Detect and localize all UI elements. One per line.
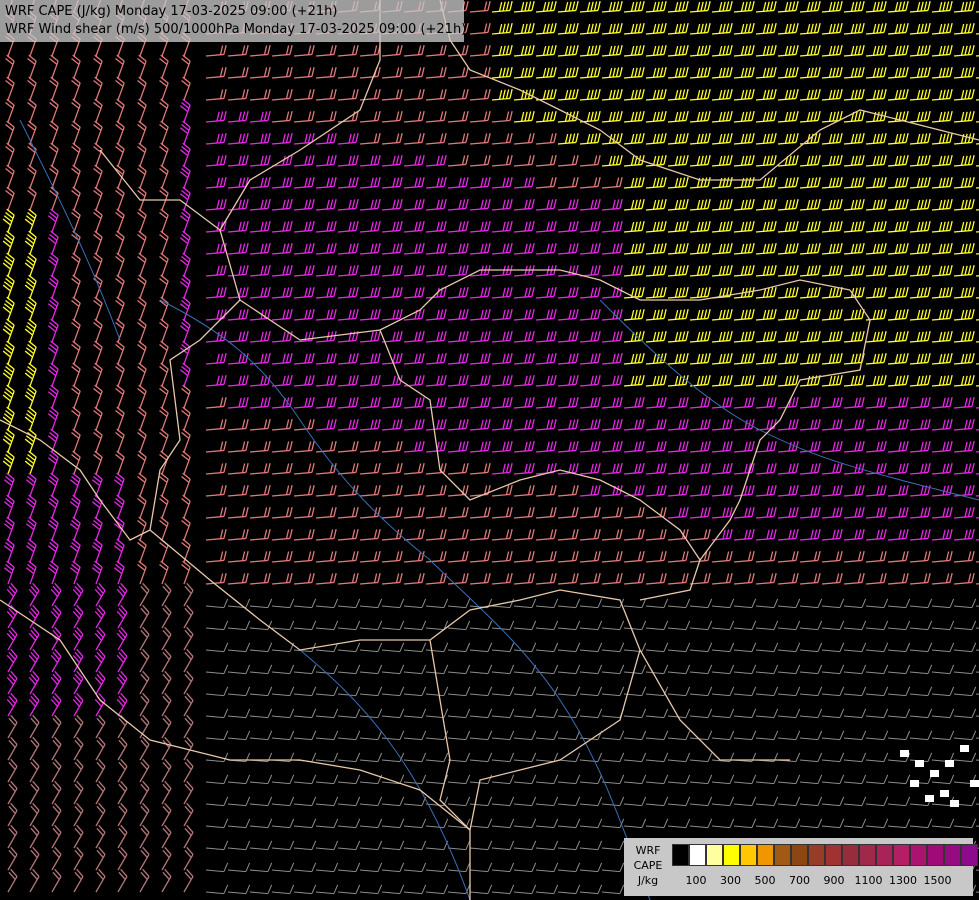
cape-spot	[930, 770, 939, 777]
legend-tick-labels: 100 300 500 700 900 1100 1300 1500	[672, 874, 972, 890]
weather-map	[0, 0, 979, 900]
legend-label-variable: CAPE	[633, 859, 663, 872]
legend-swatch	[842, 844, 859, 866]
legend-swatch	[672, 844, 689, 866]
legend-label-unit: J/kg	[637, 874, 659, 887]
cape-spot	[900, 750, 909, 757]
cape-legend: WRF CAPE J/kg 100 300 500 700 900 1100 1300 150…	[624, 838, 978, 896]
legend-swatch	[893, 844, 910, 866]
legend-tick: 1100	[854, 874, 883, 887]
legend-tick: 100	[685, 874, 707, 887]
legend-swatch	[723, 844, 740, 866]
legend-tick: 300	[720, 874, 741, 887]
legend-swatch	[910, 844, 927, 866]
cape-spot	[925, 795, 934, 802]
legend-swatch	[961, 844, 978, 866]
legend-swatch	[944, 844, 961, 866]
legend-swatch	[859, 844, 876, 866]
legend-swatch	[876, 844, 893, 866]
legend-color-scale	[672, 844, 978, 866]
map-title-box: WRF CAPE (J/kg) Monday 17-03-2025 09:00 …	[0, 0, 467, 42]
legend-swatch	[757, 844, 774, 866]
legend-swatch	[706, 844, 723, 866]
legend-swatch	[791, 844, 808, 866]
cape-spot	[945, 760, 954, 767]
legend-swatch	[689, 844, 706, 866]
cape-spot	[915, 760, 924, 767]
legend-swatch	[808, 844, 825, 866]
legend-swatch	[927, 844, 944, 866]
legend-swatch	[740, 844, 757, 866]
cape-spot	[970, 780, 979, 787]
legend-swatch	[774, 844, 791, 866]
legend-tick: 900	[823, 874, 845, 887]
map-title-wind-shear: WRF Wind shear (m/s) 500/1000hPa Monday …	[5, 22, 467, 37]
cape-spot	[950, 800, 959, 807]
map-title-cape: WRF CAPE (J/kg) Monday 17-03-2025 09:00 …	[5, 4, 338, 19]
legend-tick: 500	[754, 874, 776, 887]
legend-label-model: WRF	[635, 844, 661, 857]
legend-tick: 1500	[923, 874, 952, 887]
cape-spot	[910, 780, 919, 787]
cape-spot	[960, 745, 969, 752]
legend-tick: 1300	[889, 874, 917, 887]
legend-tick: 700	[789, 874, 810, 887]
cape-spot	[940, 790, 949, 797]
legend-swatch	[825, 844, 842, 866]
